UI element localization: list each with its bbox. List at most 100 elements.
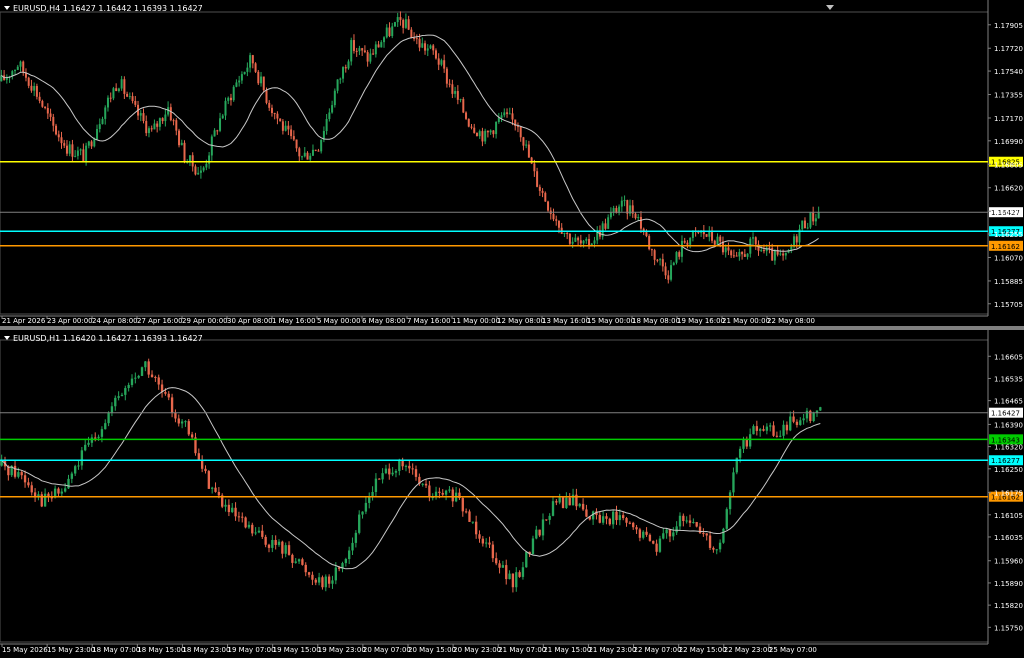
candle-body — [738, 252, 741, 257]
x-tick-label: 19 May 23:00 — [318, 646, 366, 654]
candle — [235, 79, 238, 88]
candle — [210, 134, 213, 161]
candle — [591, 510, 595, 525]
candle-body — [306, 152, 309, 160]
candle-body — [680, 240, 683, 257]
candle-body — [358, 48, 361, 52]
candle — [311, 571, 314, 586]
x-tick-label: 21 May 23:00 — [588, 646, 636, 654]
candle — [274, 535, 277, 550]
x-tick-label: 25 May 07:00 — [769, 646, 817, 654]
candle-body — [470, 126, 473, 128]
candle-body — [662, 533, 665, 539]
candle-body — [432, 45, 435, 51]
candle — [351, 537, 354, 555]
candle — [251, 54, 254, 69]
candle — [22, 60, 25, 76]
candle-body — [639, 216, 642, 229]
candle — [768, 241, 771, 254]
y-tick-label: 1.16605 — [994, 353, 1023, 361]
candle-body — [35, 86, 38, 97]
candle-body — [174, 412, 177, 419]
candle-body — [291, 554, 294, 563]
dropdown-triangle-icon[interactable] — [4, 6, 10, 10]
y-tick-label: 1.16435 — [994, 208, 1023, 216]
h4-chart-panel[interactable]: 1.16825 1.16427 1.16277 1.16162 1.17905 1.177… — [0, 0, 1024, 326]
candle-body — [711, 231, 714, 241]
candle — [393, 21, 396, 27]
candle-body — [110, 406, 114, 413]
candle — [664, 262, 667, 280]
candle — [249, 52, 252, 73]
candle — [101, 116, 104, 125]
x-tick-label: 27 Apr 16:00 — [137, 317, 183, 325]
candle — [598, 511, 601, 524]
candle-body — [109, 97, 112, 99]
candle-body — [20, 472, 23, 476]
x-tick-label: 30 Apr 08:00 — [227, 317, 273, 325]
candle — [281, 540, 284, 559]
candle — [631, 200, 634, 218]
candle-body — [398, 460, 401, 471]
candle-body — [675, 252, 678, 263]
candle-body — [772, 425, 775, 436]
candle-body — [478, 131, 481, 137]
candle-body — [180, 421, 184, 424]
candle — [404, 13, 407, 29]
candle-body — [585, 238, 588, 241]
candle-body — [585, 509, 588, 517]
candle — [785, 421, 789, 435]
h4-chart-canvas[interactable]: 1.168251.164271.162771.161621.179051.177… — [0, 0, 1024, 326]
candle — [147, 126, 150, 138]
dropdown-triangle-icon[interactable] — [4, 336, 10, 340]
candle — [498, 560, 501, 574]
candle — [304, 562, 307, 577]
candle — [96, 124, 99, 140]
candle-body — [665, 529, 668, 534]
candle — [208, 152, 211, 169]
x-tick-label: 21 May 07:00 — [498, 646, 546, 654]
candle-body — [668, 529, 672, 537]
chart-shift-marker-icon[interactable] — [826, 5, 834, 10]
candle-body — [344, 559, 348, 564]
candle-body — [104, 423, 107, 430]
h1-chart-canvas[interactable]: 1.164271.163431.162771.161621.166051.165… — [0, 330, 1024, 658]
candle — [11, 70, 14, 80]
candle — [281, 119, 284, 135]
price-level-label: 1.16277 — [991, 457, 1020, 465]
candle — [757, 240, 760, 256]
candle-body — [401, 460, 404, 467]
candle-body — [262, 76, 265, 91]
candle — [287, 120, 290, 136]
candle — [486, 130, 489, 138]
candle — [426, 44, 429, 57]
candle-body — [164, 114, 167, 122]
candle-body — [361, 48, 364, 51]
h1-chart-panel[interactable]: 1.16427 1.16343 1.16277 1.16162 1.16605 1.165… — [0, 330, 1024, 658]
candle-body — [404, 465, 408, 467]
candle — [548, 513, 551, 525]
candle-body — [170, 397, 174, 413]
candle — [555, 215, 558, 226]
candle-body — [708, 535, 712, 548]
candle-body — [518, 572, 521, 577]
candle — [516, 122, 519, 133]
candle-body — [178, 130, 181, 146]
candle-body — [598, 514, 601, 523]
candle-body — [609, 212, 612, 218]
candle — [306, 151, 309, 160]
candle — [241, 512, 244, 523]
candle — [156, 121, 159, 133]
y-tick-label: 1.16175 — [994, 490, 1023, 498]
candle-body — [190, 434, 194, 438]
candle — [207, 469, 211, 489]
candle — [728, 490, 732, 515]
y-tick-label: 1.16465 — [994, 398, 1023, 406]
candle-body — [287, 545, 291, 555]
candle-body — [426, 48, 429, 51]
candle-body — [211, 487, 214, 489]
candle-body — [227, 504, 231, 513]
candle — [30, 481, 33, 496]
candle-body — [741, 252, 744, 255]
candle — [322, 126, 325, 143]
